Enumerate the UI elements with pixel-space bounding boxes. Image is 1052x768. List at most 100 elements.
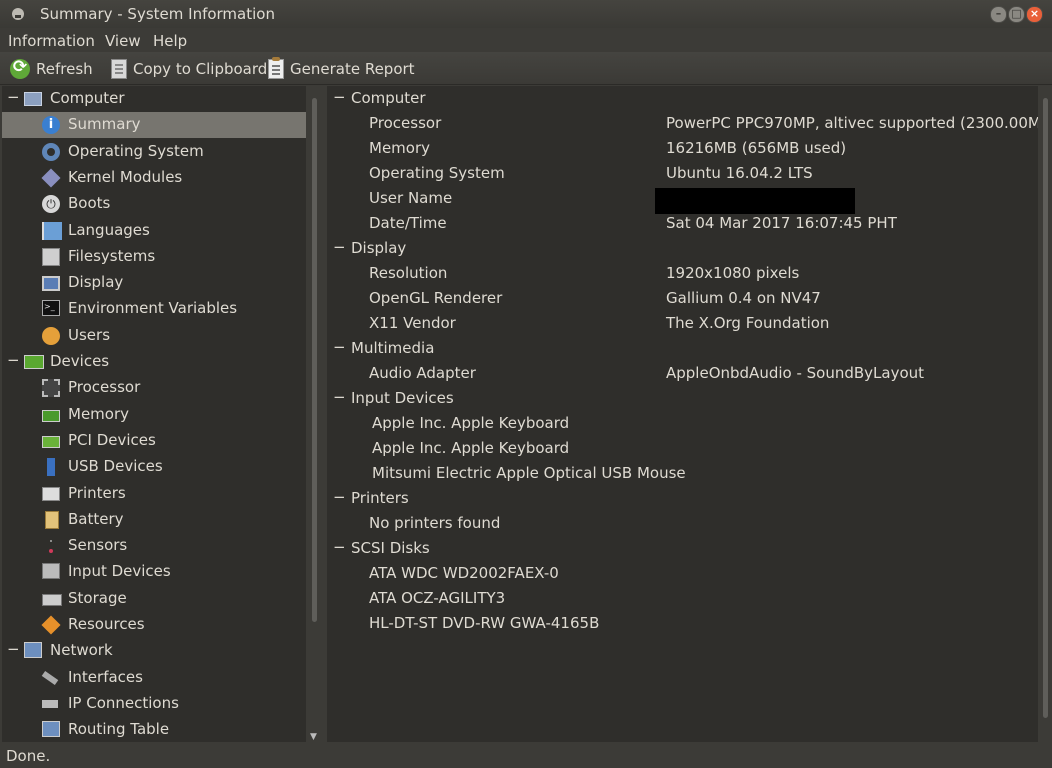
devices-icon bbox=[24, 355, 44, 369]
section-scsi-disks[interactable]: − SCSI Disks bbox=[327, 536, 1038, 561]
sidebar-item-battery[interactable]: Battery bbox=[2, 507, 306, 533]
sidebar-item-network[interactable]: − Network bbox=[2, 638, 306, 664]
info-row[interactable]: Apple Inc. Apple Keyboard bbox=[327, 411, 1038, 436]
collapse-icon[interactable]: − bbox=[333, 388, 346, 406]
sidebar-item-processor[interactable]: Processor bbox=[2, 375, 306, 401]
sidebar-item-label: Operating System bbox=[68, 141, 204, 160]
info-key: ATA OCZ-AGILITY3 bbox=[369, 589, 506, 607]
sidebar-item-resources[interactable]: Resources bbox=[2, 612, 306, 638]
sidebar-item-printers[interactable]: Printers bbox=[2, 481, 306, 507]
sidebar-item-label: Battery bbox=[68, 509, 124, 528]
minimize-button[interactable]: – bbox=[990, 6, 1007, 23]
sidebar-item-memory[interactable]: Memory bbox=[2, 402, 306, 428]
info-row[interactable]: No printers found bbox=[327, 511, 1038, 536]
collapse-icon[interactable]: − bbox=[7, 88, 20, 106]
collapse-icon[interactable]: − bbox=[333, 238, 346, 256]
maximize-icon: □ bbox=[1011, 7, 1022, 20]
info-row[interactable]: X11 Vendor The X.Org Foundation bbox=[327, 311, 1038, 336]
info-row[interactable]: ATA OCZ-AGILITY3 bbox=[327, 586, 1038, 611]
sidebar-item-interfaces[interactable]: Interfaces bbox=[2, 665, 306, 691]
sidebar-item-pci-devices[interactable]: PCI Devices bbox=[2, 428, 306, 454]
ip-connections-icon bbox=[42, 699, 58, 708]
section-header: Multimedia bbox=[351, 339, 435, 357]
sidebar-item-languages[interactable]: Languages bbox=[2, 218, 306, 244]
sidebar-item-kernel-modules[interactable]: Kernel Modules bbox=[2, 165, 306, 191]
info-row[interactable]: ATA WDC WD2002FAEX-0 bbox=[327, 561, 1038, 586]
section-multimedia[interactable]: − Multimedia bbox=[327, 336, 1038, 361]
processor-icon bbox=[42, 379, 60, 398]
sidebar-item-display[interactable]: Display bbox=[2, 270, 306, 296]
sidebar-scroll-thumb[interactable] bbox=[312, 98, 317, 622]
summary-scroll-thumb[interactable] bbox=[1043, 98, 1048, 718]
sidebar-tree[interactable]: − Computer Summary Operating System Kernel M… bbox=[2, 86, 306, 742]
sidebar-item-usb-devices[interactable]: USB Devices bbox=[2, 454, 306, 480]
report-label: Generate Report bbox=[290, 60, 415, 78]
section-computer[interactable]: − Computer bbox=[327, 86, 1038, 111]
info-row[interactable]: Operating System Ubuntu 16.04.2 LTS bbox=[327, 161, 1038, 186]
info-row[interactable]: OpenGL Renderer Gallium 0.4 on NV47 bbox=[327, 286, 1038, 311]
collapse-icon[interactable]: − bbox=[333, 88, 346, 106]
sidebar-item-computer[interactable]: − Computer bbox=[2, 86, 306, 112]
sidebar-item-label: USB Devices bbox=[68, 457, 163, 476]
collapse-icon[interactable]: − bbox=[7, 640, 20, 658]
sidebar-item-filesystems[interactable]: Filesystems bbox=[2, 244, 306, 270]
info-row[interactable]: User Name bbox=[327, 186, 1038, 214]
storage-icon bbox=[42, 593, 62, 606]
sidebar-item-label: Devices bbox=[50, 352, 110, 370]
filesystem-icon bbox=[42, 247, 60, 266]
maximize-button[interactable]: □ bbox=[1008, 6, 1025, 23]
usb-icon bbox=[47, 458, 55, 477]
info-key: No printers found bbox=[369, 514, 501, 532]
sidebar-item-input-devices[interactable]: Input Devices bbox=[2, 559, 306, 585]
collapse-icon[interactable]: − bbox=[333, 338, 346, 356]
section-display[interactable]: − Display bbox=[327, 236, 1038, 261]
menu-information[interactable]: Information bbox=[8, 32, 95, 50]
section-printers[interactable]: − Printers bbox=[327, 486, 1038, 511]
clipboard-icon bbox=[111, 59, 127, 79]
sidebar-item-devices[interactable]: − Devices bbox=[2, 349, 306, 375]
generate-report-button[interactable]: Generate Report bbox=[265, 57, 415, 79]
collapse-icon[interactable]: − bbox=[333, 488, 346, 506]
menu-view[interactable]: View bbox=[105, 32, 141, 50]
window-title: Summary - System Information bbox=[40, 5, 275, 23]
info-key: Apple Inc. Apple Keyboard bbox=[372, 414, 570, 432]
sidebar-item-label: Users bbox=[68, 325, 111, 344]
summary-scrollbar[interactable] bbox=[1040, 88, 1051, 742]
info-key: OpenGL Renderer bbox=[369, 289, 503, 307]
collapse-icon[interactable]: − bbox=[7, 351, 20, 369]
info-row[interactable]: Date/Time Sat 04 Mar 2017 16:07:45 PHT bbox=[327, 211, 1038, 236]
info-row[interactable]: HL-DT-ST DVD-RW GWA-4165B bbox=[327, 611, 1038, 636]
sidebar-item-environment-variables[interactable]: Environment Variables bbox=[2, 296, 306, 322]
sidebar-item-summary[interactable]: Summary bbox=[2, 112, 306, 139]
sidebar-item-label: Filesystems bbox=[68, 246, 156, 265]
printer-icon bbox=[42, 486, 60, 501]
info-row[interactable]: Resolution 1920x1080 pixels bbox=[327, 261, 1038, 286]
sidebar-scrollbar[interactable]: ▼ bbox=[309, 88, 321, 742]
sidebar-item-ip-connections[interactable]: IP Connections bbox=[2, 691, 306, 717]
copy-to-clipboard-button[interactable]: Copy to Clipboard bbox=[108, 59, 267, 79]
info-row[interactable]: Memory 16216MB (656MB used) bbox=[327, 136, 1038, 161]
info-key: ATA WDC WD2002FAEX-0 bbox=[369, 564, 559, 582]
scroll-down-icon[interactable]: ▼ bbox=[310, 732, 317, 742]
info-value: AppleOnbdAudio - SoundByLayout bbox=[666, 364, 925, 382]
sidebar-item-label: Languages bbox=[68, 220, 150, 239]
info-row[interactable]: Processor PowerPC PPC970MP, altivec suppo… bbox=[327, 111, 1038, 136]
menu-help[interactable]: Help bbox=[153, 32, 187, 50]
refresh-button[interactable]: Refresh bbox=[10, 57, 93, 79]
sidebar-item-users[interactable]: Users bbox=[2, 323, 306, 349]
sidebar-item-sensors[interactable]: Sensors bbox=[2, 533, 306, 559]
section-input-devices[interactable]: − Input Devices bbox=[327, 386, 1038, 411]
kernel-module-icon bbox=[41, 168, 61, 188]
sidebar-item-storage[interactable]: Storage bbox=[2, 586, 306, 612]
close-button[interactable]: × bbox=[1026, 6, 1043, 23]
sidebar-item-operating-system[interactable]: Operating System bbox=[2, 139, 306, 165]
info-row[interactable]: Audio Adapter AppleOnbdAudio - SoundByLay… bbox=[327, 361, 1038, 386]
sidebar-item-routing-table[interactable]: Routing Table bbox=[2, 717, 306, 742]
computer-icon bbox=[24, 92, 42, 106]
sidebar-item-boots[interactable]: Boots bbox=[2, 191, 306, 217]
collapse-icon[interactable]: − bbox=[333, 538, 346, 556]
info-row[interactable]: Apple Inc. Apple Keyboard bbox=[327, 436, 1038, 461]
app-icon bbox=[12, 8, 24, 20]
info-key: X11 Vendor bbox=[369, 314, 456, 332]
info-row[interactable]: Mitsumi Electric Apple Optical USB Mouse bbox=[327, 461, 1038, 486]
